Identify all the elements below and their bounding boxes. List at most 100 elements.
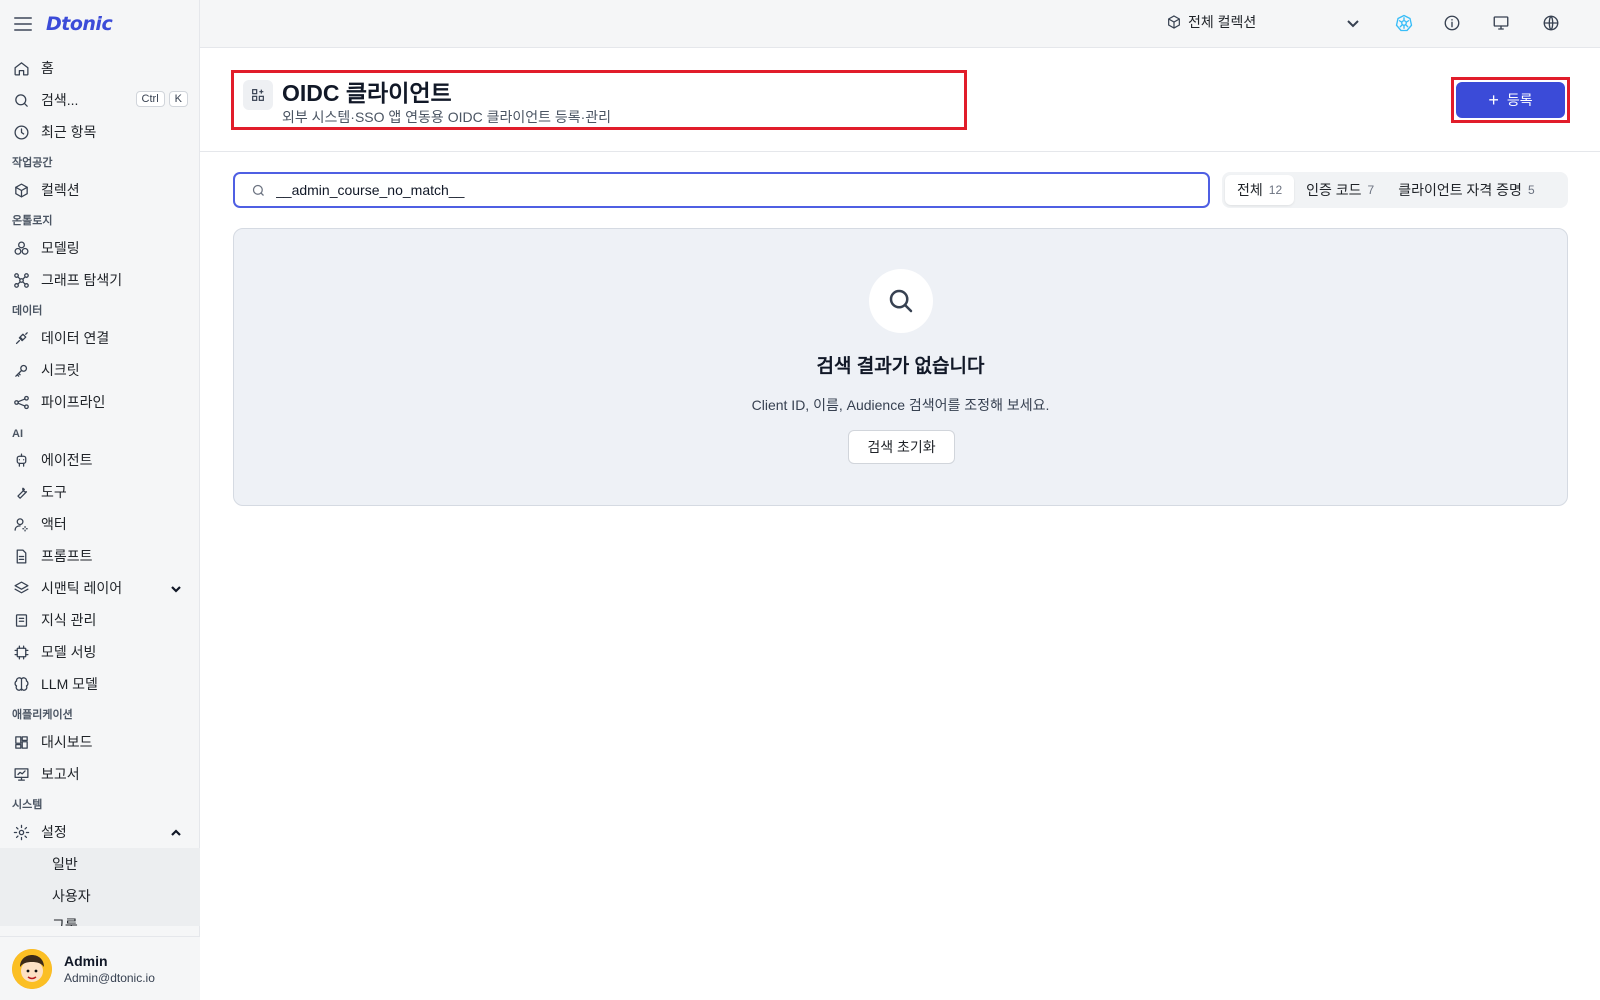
sidebar-item-label: 도구: [41, 484, 67, 500]
register-label: 등록: [1506, 92, 1533, 108]
shortcut-hint: Ctrl K: [135, 91, 188, 107]
sidebar-subitem-label: 그룹: [52, 917, 78, 926]
section-data: 데이터: [12, 305, 43, 317]
sidebar-item-settings[interactable]: 설정: [0, 816, 200, 848]
search-field[interactable]: [233, 172, 1210, 208]
chip-icon: [12, 643, 30, 661]
info-icon[interactable]: [1443, 14, 1463, 34]
sidebar-item-label: 시맨틱 레이어: [41, 580, 123, 596]
section-apps: 애플리케이션: [12, 709, 73, 721]
sidebar-item-data-connection[interactable]: 데이터 연결: [0, 322, 200, 354]
tab-label: 전체: [1237, 182, 1263, 198]
chevron-down-icon[interactable]: [170, 582, 182, 594]
sidebar-subitem-users[interactable]: 사용자: [0, 880, 200, 912]
tab-count: 7: [1367, 183, 1375, 197]
tab-count: 5: [1527, 183, 1535, 197]
page-subtitle: 외부 시스템·SSO 앱 연동용 OIDC 클라이언트 등록·관리: [282, 109, 612, 125]
tab-count: 12: [1268, 183, 1283, 197]
search-icon: [869, 269, 933, 333]
user-profile[interactable]: Admin Admin@dtonic.io: [0, 936, 200, 1000]
empty-state: 검색 결과가 없습니다 Client ID, 이름, Audience 검색어를…: [233, 228, 1568, 506]
sidebar-item-modeling[interactable]: 모델링: [0, 232, 200, 264]
register-highlight-box: + 등록: [1451, 77, 1570, 123]
sidebar-item-knowledge[interactable]: 지식 관리: [0, 604, 200, 636]
monitor-icon[interactable]: [1492, 14, 1512, 34]
sidebar-item-label: 데이터 연결: [41, 330, 110, 346]
sidebar-item-actor[interactable]: 액터: [0, 508, 200, 540]
sidebar-item-label: 에이전트: [41, 452, 93, 468]
sidebar-item-label: 모델링: [41, 240, 80, 256]
menu-icon[interactable]: [14, 17, 32, 31]
wrench-icon: [12, 483, 30, 501]
sidebar-item-label: 모델 서빙: [41, 644, 97, 660]
sidebar-item-graph-explorer[interactable]: 그래프 탐색기: [0, 264, 200, 296]
globe-icon[interactable]: [1542, 14, 1562, 34]
sidebar-item-prompt[interactable]: 프롬프트: [0, 540, 200, 572]
collection-selector[interactable]: 전체 컬렉션: [1166, 12, 1256, 32]
circles-icon: [12, 239, 30, 257]
sidebar-item-label: 보고서: [41, 766, 80, 782]
section-ai: AI: [12, 428, 23, 440]
search-input[interactable]: [276, 182, 1176, 198]
user-email: Admin@dtonic.io: [64, 970, 155, 985]
tab-all[interactable]: 전체 12: [1225, 175, 1295, 205]
avatar: [12, 948, 52, 989]
sidebar-item-semantic-layer[interactable]: 시맨틱 레이어: [0, 572, 200, 604]
sidebar-item-agent[interactable]: 에이전트: [0, 444, 200, 476]
robot-icon: [12, 451, 30, 469]
plug-icon: [12, 329, 30, 347]
brain-icon: [12, 675, 30, 693]
home-icon: [12, 59, 30, 77]
search-icon: [12, 91, 30, 109]
kubernetes-icon[interactable]: [1395, 14, 1415, 34]
app-root: Dtonic 홈 검색... Ctrl K 최근 항목 작업공간 컬렉션 온톨로…: [0, 0, 1600, 1000]
chevron-up-icon[interactable]: [170, 826, 182, 838]
sidebar-item-label: 검색...: [41, 92, 79, 108]
sidebar-item-collection[interactable]: 컬렉션: [0, 174, 200, 206]
section-workspace: 작업공간: [12, 157, 53, 169]
tab-auth-code[interactable]: 인증 코드 7: [1294, 175, 1386, 205]
sidebar-item-label: 그래프 탐색기: [41, 272, 123, 288]
tab-label: 인증 코드: [1306, 182, 1362, 198]
sidebar-item-label: 파이프라인: [41, 394, 106, 410]
sidebar-item-home[interactable]: 홈: [0, 52, 200, 84]
sidebar-subitem-groups[interactable]: 그룹: [0, 912, 200, 926]
user-info: Admin Admin@dtonic.io: [64, 953, 155, 985]
reset-search-button[interactable]: 검색 초기화: [848, 430, 955, 464]
share-icon: [12, 393, 30, 411]
sidebar-item-search[interactable]: 검색... Ctrl K: [0, 84, 200, 116]
cube-icon: [1168, 15, 1180, 29]
section-ontology: 온톨로지: [12, 215, 53, 227]
sidebar-item-report[interactable]: 보고서: [0, 758, 200, 790]
sidebar-item-recent[interactable]: 최근 항목: [0, 116, 200, 148]
kbd-key: Ctrl: [135, 91, 165, 107]
sidebar-item-tool[interactable]: 도구: [0, 476, 200, 508]
apps-add-icon: [243, 80, 273, 110]
title-highlight-box: OIDC 클라이언트 외부 시스템·SSO 앱 연동용 OIDC 클라이언트 등…: [231, 70, 967, 130]
sidebar-item-secret[interactable]: 시크릿: [0, 354, 200, 386]
sidebar-nav: 홈 검색... Ctrl K 최근 항목 작업공간 컬렉션 온톨로지 모델링 그…: [0, 52, 200, 926]
key-icon: [12, 361, 30, 379]
register-button[interactable]: + 등록: [1456, 82, 1565, 118]
clock-icon: [12, 123, 30, 141]
sidebar-item-llm-model[interactable]: LLM 모델: [0, 668, 200, 700]
user-name: Admin: [64, 952, 108, 969]
plus-icon: +: [1488, 90, 1499, 110]
empty-description: Client ID, 이름, Audience 검색어를 조정해 보세요.: [751, 397, 1050, 413]
gear-icon: [12, 823, 30, 841]
sidebar-item-pipeline[interactable]: 파이프라인: [0, 386, 200, 418]
sidebar-item-dashboard[interactable]: 대시보드: [0, 726, 200, 758]
layers-icon: [12, 579, 30, 597]
chevron-down-icon[interactable]: [1346, 16, 1360, 30]
book-icon: [12, 611, 30, 629]
sidebar-item-label: 대시보드: [41, 734, 93, 750]
kbd-key: K: [168, 91, 188, 107]
sidebar-subitem-general[interactable]: 일반: [0, 848, 200, 880]
presentation-icon: [12, 765, 30, 783]
app-logo[interactable]: Dtonic: [46, 13, 113, 35]
search-icon: [252, 184, 264, 196]
sidebar-item-label: 액터: [41, 516, 67, 532]
sidebar-item-model-serving[interactable]: 모델 서빙: [0, 636, 200, 668]
sidebar-item-label: 설정: [41, 824, 67, 840]
tab-client-credentials[interactable]: 클라이언트 자격 증명 5: [1386, 175, 1546, 205]
